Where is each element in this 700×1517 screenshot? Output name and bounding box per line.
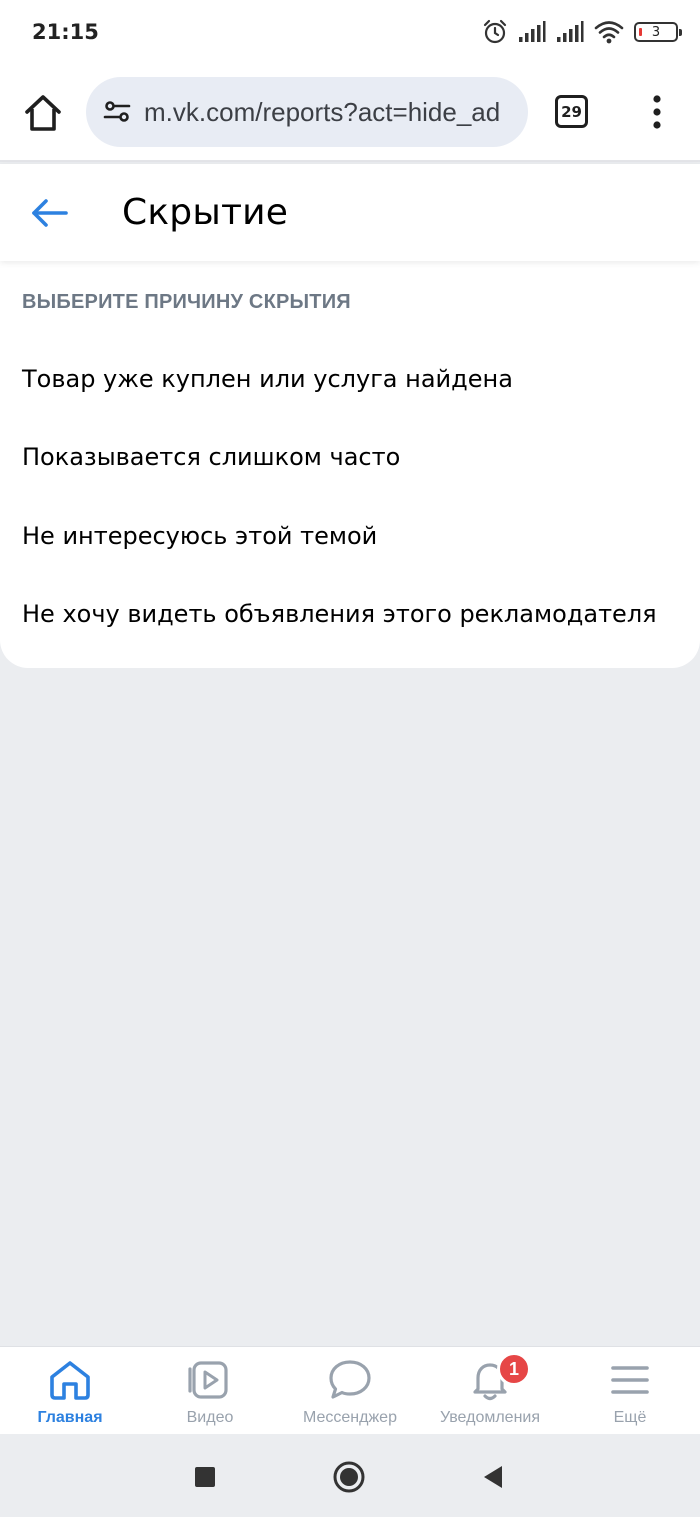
- signal-icon: [557, 21, 584, 42]
- bottom-navigation: Главная Видео Мессенджер 1 Уведомления Е…: [0, 1346, 700, 1434]
- back-arrow-icon[interactable]: [28, 194, 72, 232]
- nav-label: Ещё: [613, 1409, 647, 1426]
- notifications-icon-wrap: 1: [467, 1352, 531, 1403]
- system-navigation-bar: [0, 1434, 700, 1517]
- reason-item-hide-advertiser[interactable]: Не хочу видеть объявления этого рекламод…: [0, 575, 700, 653]
- nav-item-video[interactable]: Видео: [140, 1347, 280, 1435]
- reason-label: Показывается слишком часто: [22, 443, 401, 471]
- status-bar: 21:15 3: [0, 0, 700, 62]
- notification-badge: 1: [497, 1352, 531, 1386]
- wifi-icon: [594, 21, 624, 44]
- reason-label: Товар уже куплен или услуга найдена: [22, 365, 513, 393]
- tab-count: 29: [561, 102, 582, 121]
- status-time: 21:15: [32, 20, 99, 44]
- nav-label: Мессенджер: [303, 1409, 397, 1426]
- menu-icon: [611, 1366, 649, 1394]
- site-settings-icon[interactable]: [102, 97, 132, 127]
- reason-card: ВЫБЕРИТЕ ПРИЧИНУ СКРЫТИЯ Товар уже купле…: [0, 261, 700, 668]
- home-button-icon[interactable]: [332, 1460, 366, 1494]
- page-header: Скрытие: [0, 164, 700, 261]
- nav-label: Уведомления: [439, 1409, 541, 1426]
- recent-apps-icon[interactable]: [188, 1460, 222, 1494]
- reason-item-already-bought[interactable]: Товар уже куплен или услуга найдена: [0, 340, 700, 418]
- video-icon: [188, 1361, 228, 1399]
- nav-item-more[interactable]: Ещё: [560, 1347, 700, 1435]
- reason-item-not-interested[interactable]: Не интересуюсь этой темой: [0, 497, 700, 575]
- nav-item-notifications[interactable]: 1 Уведомления: [420, 1347, 560, 1435]
- alarm-icon: [483, 19, 507, 44]
- nav-label: Главная: [37, 1409, 103, 1426]
- nav-label: Видео: [186, 1409, 234, 1426]
- url-text[interactable]: m.vk.com/reports?act=hide_ad: [144, 97, 516, 128]
- section-caption: ВЫБЕРИТЕ ПРИЧИНУ СКРЫТИЯ: [22, 291, 351, 313]
- reason-item-too-often[interactable]: Показывается слишком часто: [0, 418, 700, 496]
- status-icons: 3: [482, 18, 682, 46]
- reason-label: Не интересуюсь этой темой: [22, 522, 378, 550]
- home-icon: [50, 1361, 90, 1400]
- nav-item-home[interactable]: Главная: [0, 1347, 140, 1435]
- address-bar[interactable]: m.vk.com/reports?act=hide_ad: [86, 77, 528, 147]
- tab-switcher-button[interactable]: 29: [555, 95, 588, 128]
- battery-icon: 3: [634, 22, 682, 42]
- battery-level: 3: [651, 24, 661, 40]
- back-button-icon[interactable]: [476, 1460, 510, 1494]
- browser-toolbar: m.vk.com/reports?act=hide_ad 29: [0, 62, 700, 162]
- home-icon[interactable]: [22, 92, 64, 134]
- signal-icon: [519, 21, 546, 42]
- more-options-icon[interactable]: [640, 92, 674, 132]
- page-title: Скрытие: [122, 192, 289, 233]
- messenger-icon: [329, 1360, 371, 1399]
- nav-item-messenger[interactable]: Мессенджер: [280, 1347, 420, 1435]
- reason-label: Не хочу видеть объявления этого рекламод…: [22, 600, 657, 628]
